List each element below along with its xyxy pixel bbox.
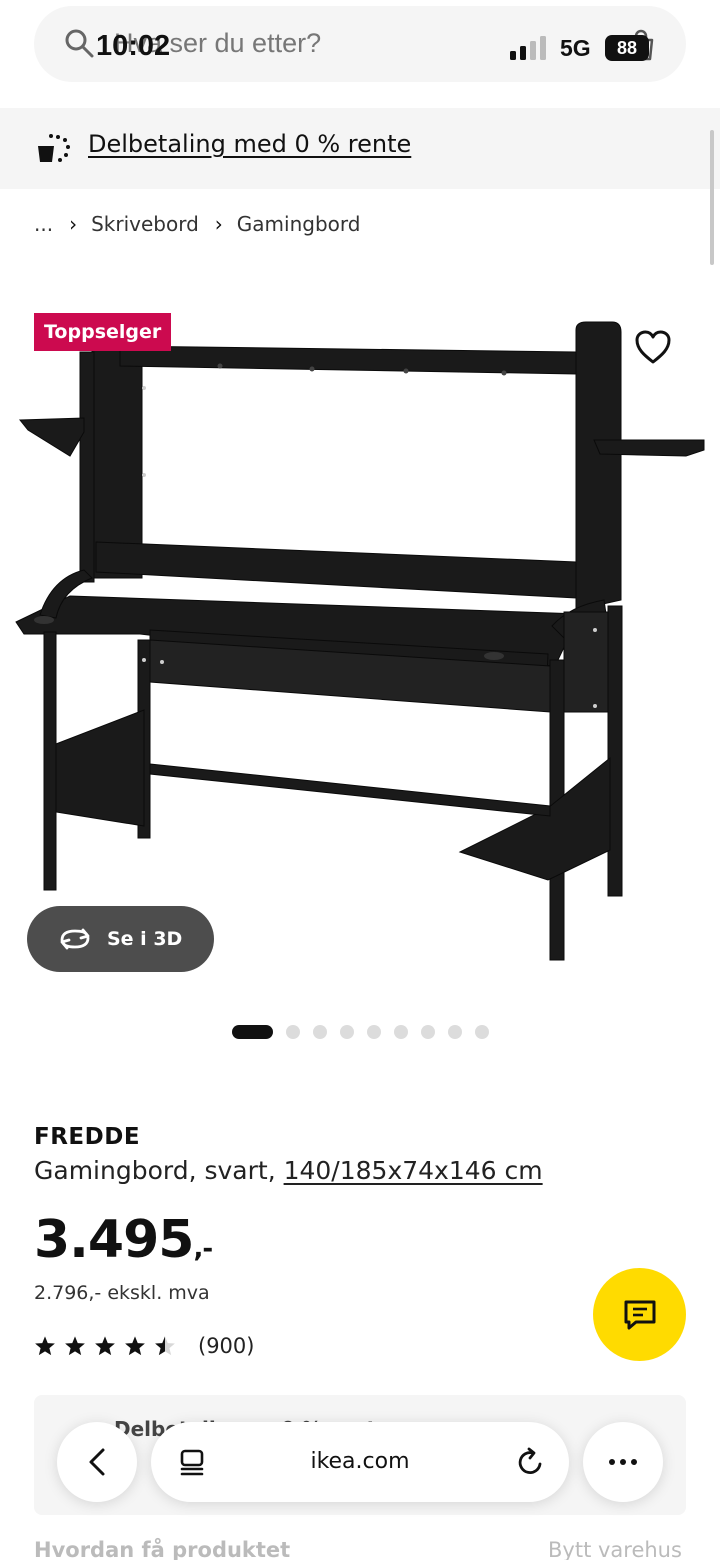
chevron-right-icon: › [214,212,223,236]
carousel-dot[interactable] [448,1025,462,1039]
breadcrumb-ellipsis[interactable]: ... [34,212,53,236]
product-dimensions-link[interactable]: 140/185x74x146 cm [284,1156,543,1185]
browser-url[interactable]: ikea.com [151,1449,569,1474]
price-excl-vat: 2.796,- ekskl. mva [34,1282,210,1304]
star-icon [95,1336,115,1356]
search-icon [65,29,94,58]
view-3d-label: Se i 3D [107,928,183,950]
star-half-icon [155,1336,175,1356]
heart-icon[interactable] [634,329,672,365]
chat-icon [624,1300,655,1329]
product-name: FREDDE [34,1124,141,1150]
price-suffix: ,- [193,1234,213,1264]
image-carousel-dots [232,1025,502,1039]
status-time: 10:02 [96,30,171,62]
breadcrumb: ... › Skrivebord › Gamingbord [34,212,360,236]
breadcrumb-item-skrivebord[interactable]: Skrivebord [91,212,199,236]
rating[interactable]: (900) [34,1334,254,1358]
promo-icon [38,134,70,162]
chat-button[interactable] [593,1268,686,1361]
view-3d-button[interactable]: Se i 3D [27,906,214,972]
bestseller-badge: Toppselger [34,313,172,351]
reload-icon[interactable] [516,1447,546,1477]
carousel-dot[interactable] [313,1025,327,1039]
carousel-dot[interactable] [475,1025,489,1039]
star-icon [65,1336,85,1356]
price-value: 3.495 [34,1210,194,1270]
star-icon [35,1336,55,1356]
carousel-dot[interactable] [394,1025,408,1039]
product-type: Gamingbord, svart, [34,1156,284,1185]
review-count: (900) [198,1334,255,1358]
scrollbar-thumb[interactable] [710,130,714,265]
carousel-dot[interactable] [340,1025,354,1039]
back-icon [89,1448,105,1476]
browser-more-button[interactable] [583,1422,663,1502]
carousel-dot[interactable] [367,1025,381,1039]
star-icon [125,1336,145,1356]
signal-icon [510,36,546,60]
product-price: 3.495,- [34,1210,213,1270]
browser-back-button[interactable] [57,1422,137,1502]
battery-indicator: 88 [605,35,649,61]
promo-link[interactable]: Delbetaling med 0 % rente [88,130,411,158]
browser-url-bar[interactable]: ikea.com [151,1422,569,1502]
promo-banner[interactable]: Delbetaling med 0 % rente [0,108,720,189]
more-icon [609,1459,637,1465]
product-image[interactable] [0,300,720,1000]
breadcrumb-item-gamingbord[interactable]: Gamingbord [237,212,361,236]
change-store-link[interactable]: Bytt varehus [548,1538,682,1560]
carousel-dot-active[interactable] [232,1025,273,1039]
carousel-dot[interactable] [286,1025,300,1039]
network-label: 5G [560,35,591,61]
product-description: Gamingbord, svart, 140/185x74x146 cm [34,1156,543,1185]
rotate-3d-icon [60,928,90,950]
chevron-right-icon: › [69,212,78,236]
fulfillment-heading: Hvordan få produktet [34,1538,291,1560]
carousel-dot[interactable] [421,1025,435,1039]
